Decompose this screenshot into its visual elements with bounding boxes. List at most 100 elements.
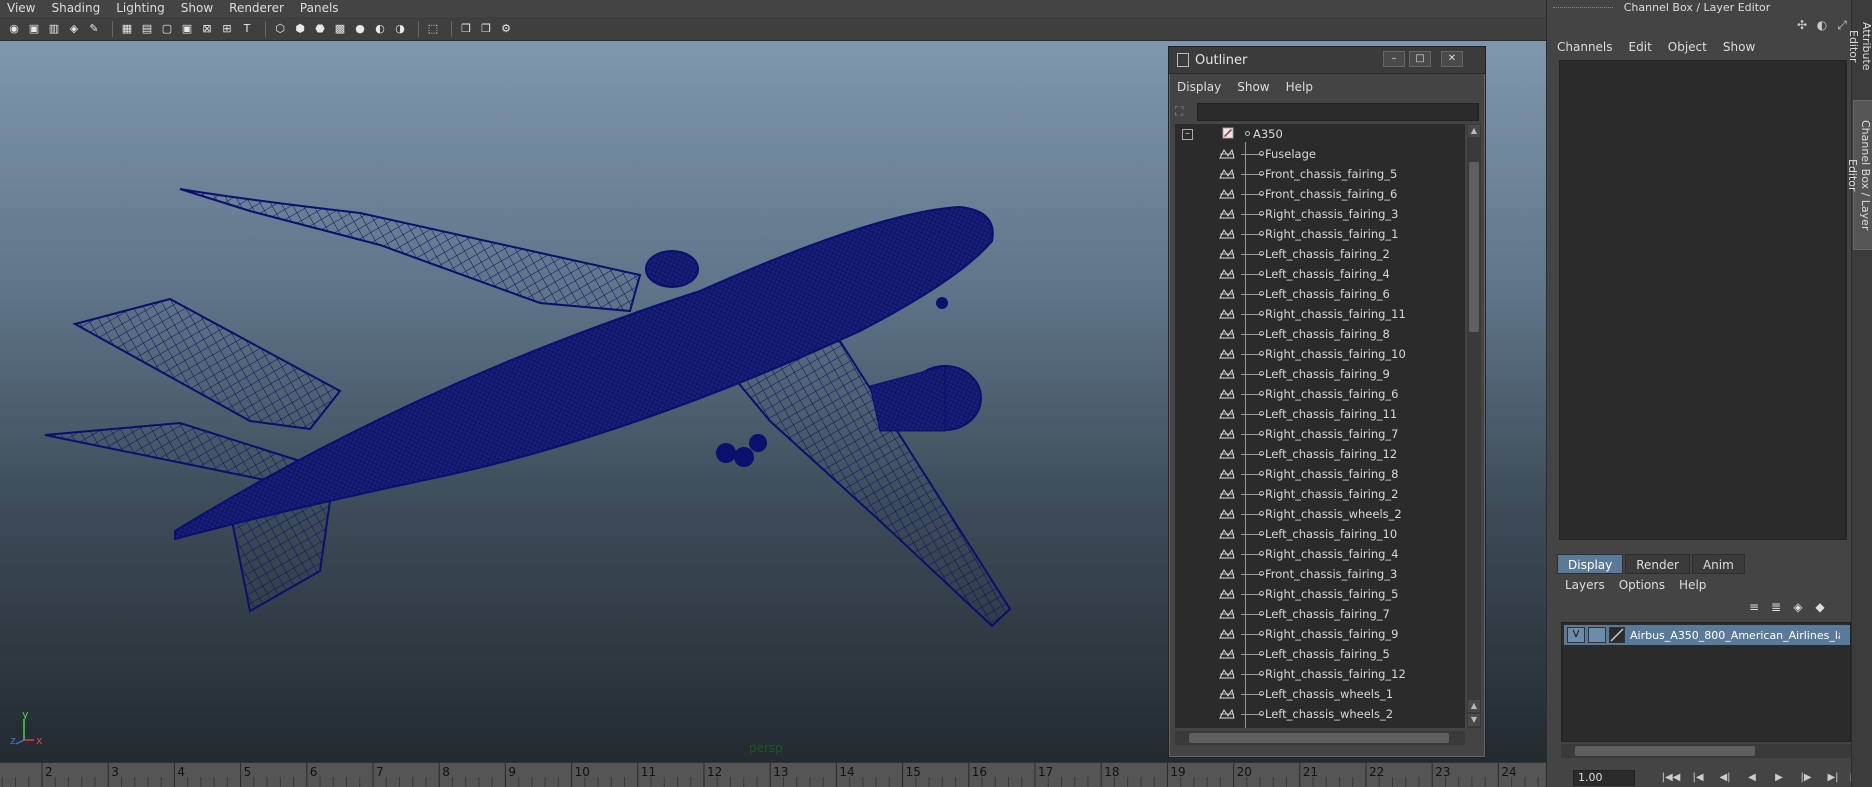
outliner-root-row[interactable]: – A350 — [1175, 124, 1465, 144]
outliner-item[interactable]: Left_chassis_fairing_4 — [1175, 264, 1465, 284]
cb-menu-channels[interactable]: Channels — [1557, 40, 1613, 54]
grease-pencil-icon[interactable]: ✎ — [86, 21, 102, 37]
scroll-down-icon[interactable]: ▼ — [1468, 714, 1480, 726]
outliner-item[interactable]: Left_chassis_fairing_8 — [1175, 324, 1465, 344]
outliner-item[interactable]: Right_chassis_fairing_2 — [1175, 484, 1465, 504]
outliner-item[interactable]: Right_chassis_fairing_6 — [1175, 384, 1465, 404]
le-menu-options[interactable]: Options — [1619, 578, 1665, 592]
layer-row[interactable]: V Airbus_A350_800_American_Airlines_laye… — [1564, 625, 1850, 645]
outliner-menu-display[interactable]: Display — [1177, 80, 1221, 94]
go-to-start-icon[interactable]: |◀◀ — [1659, 771, 1683, 785]
outliner-item[interactable]: Right_chassis_fairing_11 — [1175, 304, 1465, 324]
film-gate-icon[interactable]: ▤ — [139, 21, 155, 37]
gate-mask-icon[interactable]: ▣ — [179, 21, 195, 37]
cb-menu-object[interactable]: Object — [1668, 40, 1707, 54]
camera-attributes-icon[interactable]: ▣ — [26, 21, 42, 37]
play-forward-icon[interactable]: ▶ — [1767, 771, 1791, 785]
tab-display[interactable]: Display — [1557, 554, 1624, 574]
collapse-toggle-icon[interactable]: – — [1182, 129, 1193, 140]
bookmark-icon[interactable]: ▥ — [46, 21, 62, 37]
layer-color-swatch-icon[interactable] — [1609, 627, 1625, 643]
menu-show[interactable]: Show — [174, 0, 222, 17]
outliner-item[interactable]: Front_chassis_fairing_5 — [1175, 164, 1465, 184]
outliner-item[interactable]: Right_chassis_fairing_1 — [1175, 224, 1465, 244]
safe-title-icon[interactable]: T — [239, 21, 255, 37]
menu-renderer[interactable]: Renderer — [222, 0, 293, 17]
outliner-item[interactable]: Left_chassis_wheels_2 — [1175, 704, 1465, 724]
outliner-item[interactable]: Right_chassis_fairing_12 — [1175, 664, 1465, 684]
new-layer-selected-icon[interactable]: ◆ — [1811, 600, 1829, 618]
maximize-button[interactable]: □ — [1409, 51, 1431, 67]
outliner-item[interactable]: Front_chassis_fairing_6 — [1175, 184, 1465, 204]
close-button[interactable]: ✕ — [1441, 51, 1463, 67]
textured-icon[interactable]: ▩ — [332, 21, 348, 37]
smooth-shade-icon[interactable]: ⬢ — [292, 21, 308, 37]
filter-icon[interactable]: ⛶ — [1175, 104, 1191, 120]
outliner-item[interactable]: Left_chassis_wheels_1 — [1175, 684, 1465, 704]
outliner-item[interactable]: Right_chassis_fairing_5 — [1175, 584, 1465, 604]
safe-action-icon[interactable]: ⊞ — [219, 21, 235, 37]
layer-list[interactable]: V Airbus_A350_800_American_Airlines_laye… — [1561, 622, 1851, 742]
cb-menu-edit[interactable]: Edit — [1629, 40, 1652, 54]
scroll-up-icon[interactable]: ▲ — [1468, 125, 1480, 137]
outliner-item[interactable]: Right_chassis_wheels_2 — [1175, 504, 1465, 524]
cb-menu-show[interactable]: Show — [1723, 40, 1755, 54]
tab-anim[interactable]: Anim — [1691, 554, 1745, 574]
outliner-item[interactable]: Left_chassis_fairing_11 — [1175, 404, 1465, 424]
outliner-item[interactable]: Left_chassis_fairing_7 — [1175, 604, 1465, 624]
outliner-item[interactable]: Left_chassis_fairing_12 — [1175, 444, 1465, 464]
menu-panels[interactable]: Panels — [293, 0, 348, 17]
scrollbar-thumb[interactable] — [1469, 162, 1479, 332]
xray-icon[interactable]: ❒ — [458, 21, 474, 37]
outliner-item[interactable]: Right_chassis_fairing_3 — [1175, 204, 1465, 224]
le-menu-layers[interactable]: Layers — [1565, 578, 1605, 592]
outliner-item[interactable]: Right_chassis_fairing_9 — [1175, 624, 1465, 644]
menu-shading[interactable]: Shading — [44, 0, 109, 17]
shadows-icon[interactable]: ◐ — [372, 21, 388, 37]
scrollbar-thumb[interactable] — [1189, 733, 1449, 743]
outliner-menu-help[interactable]: Help — [1286, 80, 1313, 94]
xray-joints-icon[interactable]: ❐ — [478, 21, 494, 37]
current-frame-field[interactable]: 1.00 — [1573, 770, 1635, 786]
image-plane-icon[interactable]: ◈ — [66, 21, 82, 37]
wireframe-on-shaded-icon[interactable]: ⬣ — [312, 21, 328, 37]
outliner-item[interactable]: Left_chassis_fairing_6 — [1175, 284, 1465, 304]
outliner-item[interactable]: Fuselage — [1175, 144, 1465, 164]
outliner-item[interactable]: Right_chassis_fairing_7 — [1175, 424, 1465, 444]
scroll-up-bottom-icon[interactable]: ▲ — [1468, 700, 1480, 712]
outliner-item[interactable]: Right_chassis_fairing_10 — [1175, 344, 1465, 364]
xray-components-icon[interactable]: ⚙ — [498, 21, 514, 37]
move-tool-icon[interactable]: ✣ — [1794, 18, 1810, 34]
time-slider[interactable]: 2 3 4 5 6 7 8 9 10 11 12 13 14 15 16 17 18 19 20 21 22 23 24 — [0, 762, 1546, 787]
rotate-tool-icon[interactable]: ◐ — [1814, 18, 1830, 34]
new-layer-icon[interactable]: ◈ — [1789, 600, 1807, 618]
wireframe-icon[interactable]: ⬡ — [272, 21, 288, 37]
tab-attribute-editor[interactable]: Attribute Editor — [1847, 2, 1872, 90]
layer-list-scrollbar[interactable] — [1561, 744, 1851, 758]
minimize-button[interactable]: – — [1383, 51, 1405, 67]
outliner-horizontal-scrollbar[interactable] — [1175, 731, 1465, 745]
play-backward-icon[interactable]: ◀ — [1740, 771, 1764, 785]
grid-icon[interactable]: ▦ — [119, 21, 135, 37]
menu-view[interactable]: View — [0, 0, 44, 17]
channel-box-area[interactable] — [1559, 60, 1847, 540]
tab-channel-box-layer-editor[interactable]: Channel Box / Layer Editor — [1846, 100, 1872, 250]
tab-render[interactable]: Render — [1625, 554, 1690, 574]
outliner-titlebar[interactable]: Outliner – □ ✕ — [1169, 47, 1485, 74]
step-back-key-icon[interactable]: ◀| — [1713, 771, 1737, 785]
step-back-icon[interactable]: |◀ — [1686, 771, 1710, 785]
step-forward-icon[interactable]: ▶| — [1821, 771, 1845, 785]
outliner-vertical-scrollbar[interactable]: ▲ ▲ ▼ — [1467, 124, 1481, 728]
step-forward-key-icon[interactable]: |▶ — [1794, 771, 1818, 785]
layer-visibility-toggle[interactable]: V — [1567, 627, 1585, 643]
le-menu-help[interactable]: Help — [1679, 578, 1706, 592]
menu-lighting[interactable]: Lighting — [109, 0, 174, 17]
ambient-occlusion-icon[interactable]: ◑ — [392, 21, 408, 37]
move-layer-down-icon[interactable]: ≣ — [1767, 600, 1785, 618]
scrollbar-thumb[interactable] — [1575, 746, 1755, 756]
resolution-gate-icon[interactable]: ▢ — [159, 21, 175, 37]
lights-icon[interactable]: ● — [352, 21, 368, 37]
outliner-item[interactable]: Left_chassis_fairing_5 — [1175, 644, 1465, 664]
outliner-menu-show[interactable]: Show — [1237, 80, 1269, 94]
move-layer-up-icon[interactable]: ≡ — [1745, 600, 1763, 618]
